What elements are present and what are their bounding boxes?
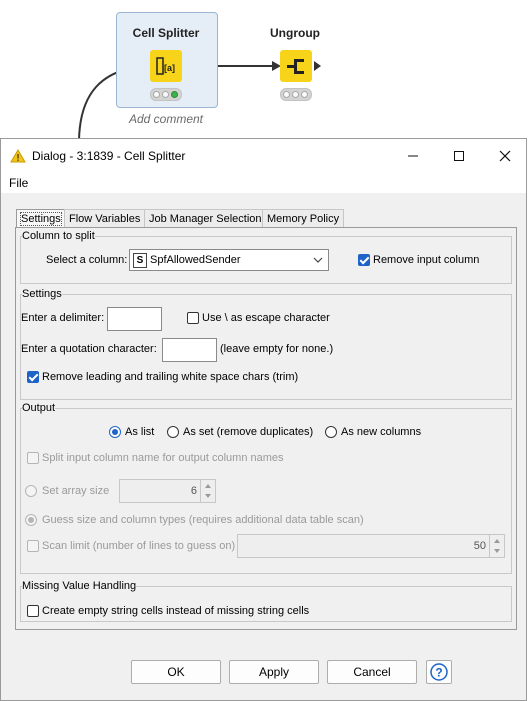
minimize-icon: [408, 155, 418, 157]
selected-column-value: SpfAllowedSender: [150, 254, 241, 266]
close-icon: [499, 150, 511, 162]
svg-text:[a]: [a]: [164, 63, 175, 73]
set-array-size-radio[interactable]: [25, 485, 37, 497]
tab-job-manager-selection[interactable]: Job Manager Selection: [144, 209, 267, 227]
escape-character-label: Use \ as escape character: [202, 312, 330, 324]
remove-input-column-checkbox[interactable]: [358, 254, 370, 266]
output-as-columns-radio[interactable]: [325, 426, 337, 438]
delimiter-input[interactable]: [107, 307, 162, 331]
node-title-ungroup: Ungroup: [270, 26, 320, 40]
node-dialog: Dialog - 3:1839 - Cell Splitter File Set…: [0, 138, 527, 701]
spinner-arrows-icon: [494, 539, 500, 553]
empty-string-cells-label: Create empty string cells instead of mis…: [42, 605, 310, 617]
menu-bar: File: [1, 173, 526, 193]
settings-panel: Column to split Select a column: S SpfAl…: [15, 227, 517, 630]
split-column-names-label: Split input column name for output colum…: [42, 452, 284, 464]
scan-limit-checkbox[interactable]: [27, 540, 39, 552]
select-column-label: Select a column:: [46, 254, 128, 266]
spinner-arrows[interactable]: [489, 535, 504, 557]
maximize-button[interactable]: [436, 139, 482, 173]
tab-settings[interactable]: Settings: [16, 209, 66, 227]
apply-button[interactable]: Apply: [229, 660, 319, 684]
quotation-label: Enter a quotation character:: [21, 343, 157, 355]
help-button[interactable]: ?: [426, 660, 452, 684]
node-status-lights: [150, 88, 182, 101]
minimize-button[interactable]: [390, 139, 436, 173]
array-size-value: 6: [190, 485, 197, 497]
spinner-arrows[interactable]: [200, 480, 215, 502]
delimiter-label: Enter a delimiter:: [21, 312, 105, 324]
ok-button[interactable]: OK: [131, 660, 221, 684]
ungroup-icon[interactable]: [280, 50, 312, 82]
tab-memory-policy[interactable]: Memory Policy: [262, 209, 345, 227]
group-title: Settings: [22, 288, 62, 300]
remove-input-column-label: Remove input column: [373, 254, 480, 266]
tab-flow-variables[interactable]: Flow Variables: [64, 209, 146, 227]
help-icon: ?: [430, 663, 448, 681]
svg-text:?: ?: [435, 666, 442, 680]
trim-checkbox[interactable]: [27, 371, 39, 383]
guess-size-radio[interactable]: [25, 514, 37, 526]
scan-limit-spinner[interactable]: 50: [237, 534, 505, 558]
set-array-size-label: Set array size: [42, 485, 110, 497]
dialog-title: Dialog - 3:1839 - Cell Splitter: [32, 149, 186, 163]
cancel-button[interactable]: Cancel: [327, 660, 417, 684]
trim-label: Remove leading and trailing white space …: [42, 371, 299, 383]
quotation-input[interactable]: [162, 338, 217, 362]
warning-triangle-icon: [10, 149, 26, 163]
group-title: Missing Value Handling: [22, 580, 137, 592]
chevron-down-icon: [313, 257, 323, 263]
maximize-icon: [454, 151, 464, 161]
menu-file[interactable]: File: [9, 176, 28, 190]
node-title-cell-splitter: Cell Splitter: [132, 26, 200, 40]
column-select[interactable]: S SpfAllowedSender: [129, 249, 329, 271]
output-as-set-label: As set (remove duplicates): [183, 426, 314, 438]
array-size-spinner[interactable]: 6: [119, 479, 216, 503]
scan-limit-value: 50: [473, 540, 486, 552]
spinner-arrows-icon: [205, 484, 211, 498]
output-as-columns-label: As new columns: [341, 426, 422, 438]
output-as-list-label: As list: [125, 426, 155, 438]
add-comment-label[interactable]: Add comment: [116, 112, 216, 126]
cell-splitter-icon[interactable]: [a]: [150, 50, 182, 82]
string-type-icon: S: [133, 253, 147, 268]
output-as-list-radio[interactable]: [109, 426, 121, 438]
empty-string-cells-checkbox[interactable]: [27, 605, 39, 617]
quotation-hint: (leave empty for none.): [220, 343, 334, 355]
close-button[interactable]: [482, 139, 528, 173]
split-column-names-checkbox[interactable]: [27, 452, 39, 464]
connection-wire: [78, 61, 321, 140]
dialog-titlebar[interactable]: Dialog - 3:1839 - Cell Splitter: [1, 139, 526, 173]
guess-size-label: Guess size and column types (requires ad…: [42, 514, 364, 526]
group-title: Column to split: [22, 230, 95, 242]
group-title: Output: [22, 402, 56, 414]
node-status-lights: [280, 88, 312, 101]
escape-character-checkbox[interactable]: [187, 312, 199, 324]
output-as-set-radio[interactable]: [167, 426, 179, 438]
scan-limit-label: Scan limit (number of lines to guess on): [42, 540, 236, 552]
